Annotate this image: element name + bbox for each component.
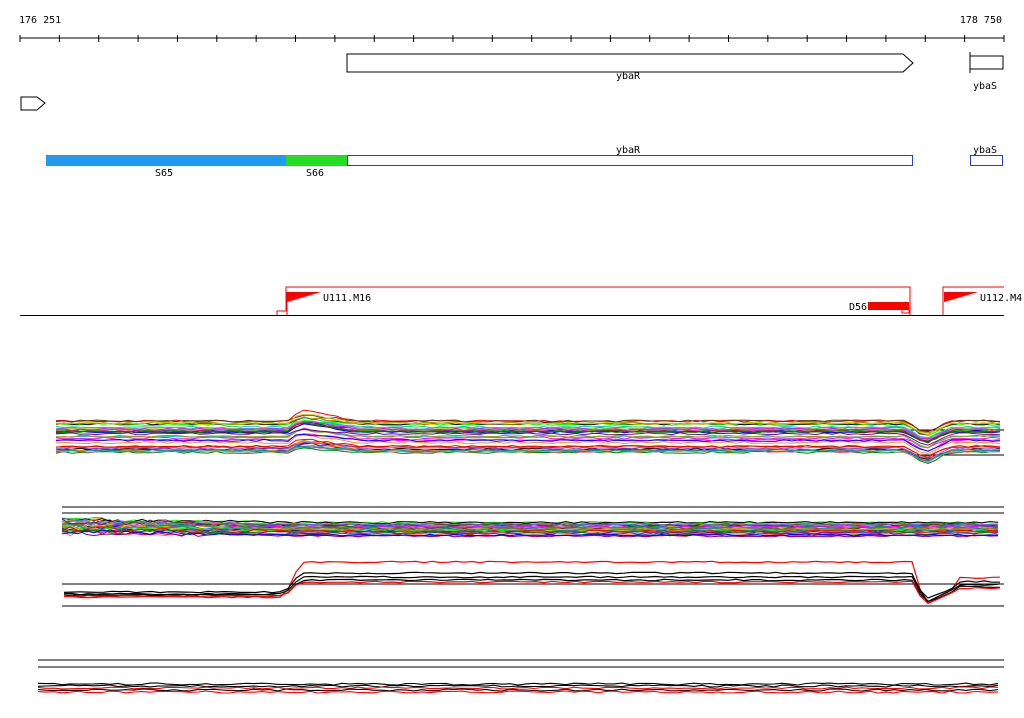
- expression-panel-2: [61, 506, 1004, 538]
- gene-ybaR-label: ybaR: [616, 71, 641, 82]
- segment-S65-label: S65: [155, 168, 173, 179]
- expression-traces: [37, 409, 1004, 694]
- expression-trace: [63, 578, 1000, 602]
- flag-icon: [287, 292, 321, 302]
- expression-panel-1: [55, 409, 1004, 465]
- segment-ybaS-label: ybaS: [973, 145, 997, 156]
- transcript-D56[interactable]: D56: [849, 302, 910, 314]
- transcript-track: U111.M16 D56 U112.M4: [20, 286, 1022, 316]
- ruler-start-label: 176 251: [19, 15, 61, 26]
- gene-left-partial-arrow[interactable]: [20, 96, 46, 111]
- transcript-U111-M16-label: U111.M16: [323, 293, 371, 304]
- gene-ybaR[interactable]: ybaR: [346, 53, 914, 82]
- segment-S66-bar[interactable]: [286, 155, 347, 166]
- expression-panel-4: [37, 659, 1004, 694]
- gene-ybaR-arrow[interactable]: [346, 53, 914, 73]
- segment-S66-label: S66: [306, 168, 324, 179]
- transcript-D56-bar[interactable]: [868, 302, 909, 310]
- segment-track: S65 S66 ybaR ybaS: [46, 145, 1003, 179]
- segment-S65-bar[interactable]: [46, 155, 286, 166]
- segment-ybaS-bar[interactable]: [970, 155, 1003, 166]
- coordinate-ruler: 176 251 178 750: [19, 15, 1005, 42]
- transcript-U111-M16-span[interactable]: [276, 286, 911, 315]
- expression-trace: [37, 690, 999, 694]
- transcript-U112-M4[interactable]: U112.M4: [942, 286, 1022, 315]
- segment-ybaR-label: ybaR: [616, 145, 641, 156]
- gene-ybaS[interactable]: ybaS: [969, 52, 1004, 92]
- genome-browser-view: 176 251 178 750 ybaR ybaS S65 S66 ybaR y…: [0, 0, 1024, 714]
- genome-track-canvas: 176 251 178 750 ybaR ybaS S65 S66 ybaR y…: [19, 15, 1022, 694]
- ruler-end-label: 178 750: [960, 15, 1002, 26]
- transcript-U112-M4-label: U112.M4: [980, 293, 1022, 304]
- expression-trace: [37, 686, 999, 690]
- transcript-U111-M16[interactable]: U111.M16: [276, 286, 911, 315]
- flag-icon: [944, 292, 978, 302]
- gene-ybaS-label: ybaS: [973, 81, 997, 92]
- transcript-D56-tail: [901, 310, 910, 314]
- gene-track: ybaR ybaS: [20, 52, 1004, 111]
- expression-trace: [37, 682, 999, 686]
- gene-ybaS-arrow[interactable]: [969, 55, 1004, 70]
- transcript-D56-label: D56: [849, 302, 867, 313]
- expression-panel-3: [62, 560, 1004, 607]
- segment-ybaR-bar[interactable]: [347, 155, 913, 166]
